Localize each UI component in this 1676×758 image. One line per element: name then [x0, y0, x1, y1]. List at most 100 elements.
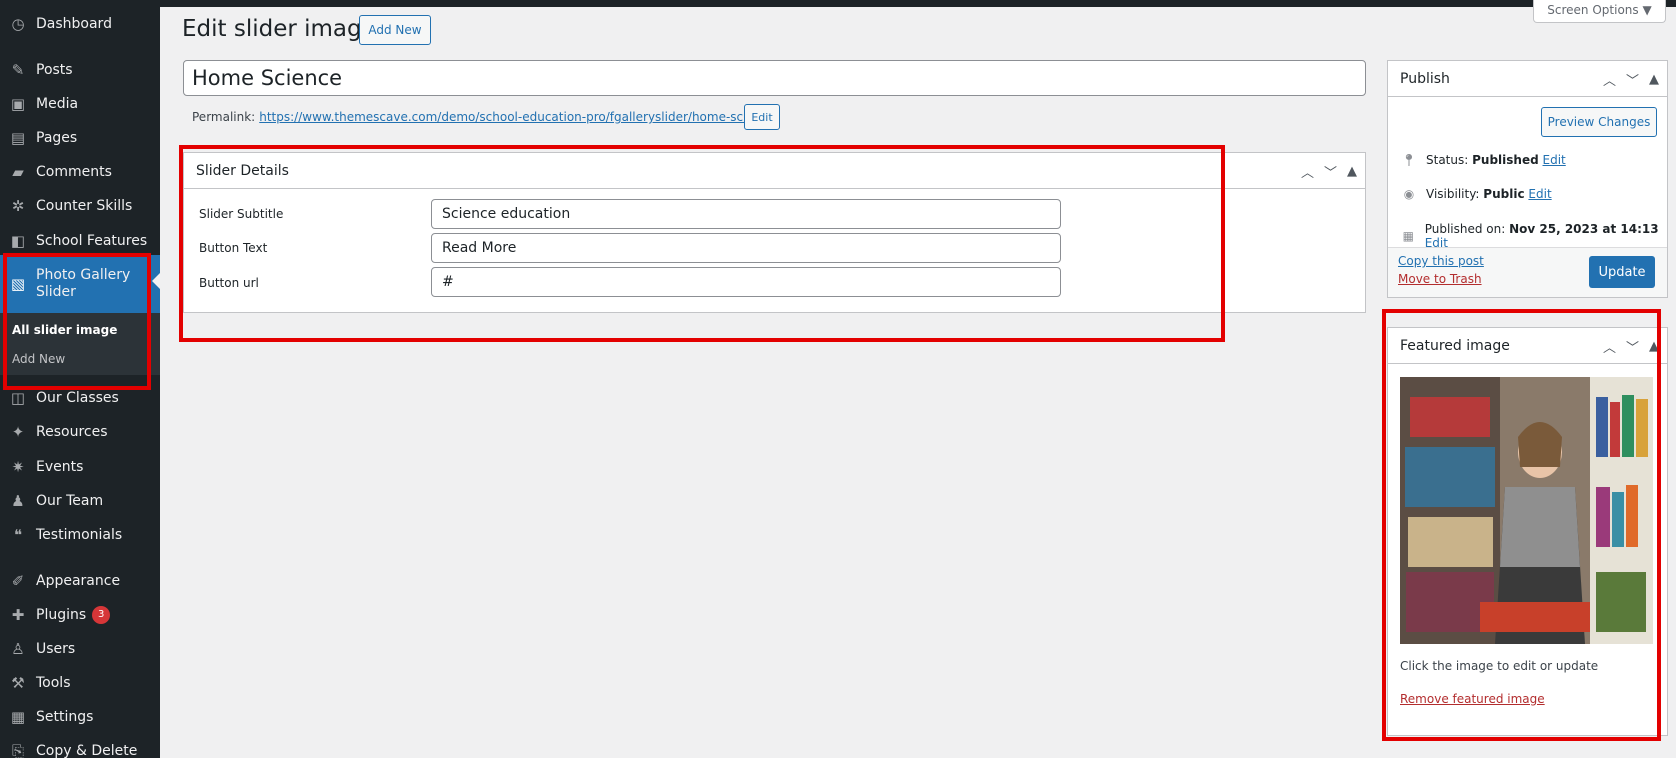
- button-text-input[interactable]: Read More: [431, 233, 1061, 263]
- sidebar-item-appearance[interactable]: ✐ Appearance: [0, 565, 160, 597]
- visibility-edit-link[interactable]: Edit: [1528, 187, 1551, 201]
- featured-image-picture: [1400, 377, 1653, 644]
- slider-details-header: Slider Details ︿ ﹀ ▲: [184, 153, 1365, 189]
- users-icon: ♙: [11, 640, 25, 658]
- sidebar-item-tools[interactable]: ⚒ Tools: [0, 667, 160, 699]
- add-new-button[interactable]: Add New: [359, 15, 431, 45]
- featured-image-thumbnail[interactable]: [1400, 377, 1653, 644]
- move-down-icon[interactable]: ﹀: [1626, 70, 1639, 89]
- team-icon: ♟: [11, 492, 25, 510]
- skills-icon: ✲: [11, 197, 25, 215]
- button-text-label: Button Text: [199, 241, 268, 255]
- move-down-icon[interactable]: ﹀: [1626, 337, 1639, 356]
- publish-actions: Copy this post Move to Trash Update: [1388, 247, 1667, 297]
- post-title-input[interactable]: Home Science: [183, 60, 1366, 96]
- published-row: ▦ Published on: Nov 25, 2023 at 14:13 Ed…: [1400, 222, 1667, 250]
- sidebar-item-settings[interactable]: ▦ Settings: [0, 701, 160, 733]
- slider-subtitle-input[interactable]: Science education: [431, 199, 1061, 229]
- sidebar-item-our-classes[interactable]: ◫ Our Classes: [0, 382, 160, 414]
- sidebar-item-our-team[interactable]: ♟ Our Team: [0, 485, 160, 517]
- status-label: Status:: [1426, 153, 1469, 167]
- media-icon: ▣: [10, 95, 26, 113]
- screen-options-button[interactable]: Screen Options ▼: [1533, 0, 1666, 23]
- sidebar-submenu: All slider image Add New: [0, 313, 160, 375]
- sidebar-item-school-features[interactable]: ◧ School Features: [0, 225, 160, 257]
- copy-icon: ⎘: [11, 742, 24, 758]
- move-up-icon[interactable]: ︿: [1301, 162, 1314, 181]
- published-value: Nov 25, 2023 at 14:13: [1509, 222, 1659, 236]
- sidebar-item-comments[interactable]: ▰ Comments: [0, 156, 160, 188]
- toggle-panel-icon[interactable]: ▲: [1649, 339, 1659, 354]
- permalink-link[interactable]: https://www.themescave.com/demo/school-e…: [259, 110, 779, 124]
- sidebar-item-resources[interactable]: ✦ Resources: [0, 416, 160, 448]
- submenu-all-slider-image[interactable]: All slider image: [12, 323, 117, 337]
- sidebar-item-counter-skills[interactable]: ✲ Counter Skills: [0, 190, 160, 222]
- eye-icon: ◉: [1403, 187, 1415, 201]
- sidebar-item-users[interactable]: ♙ Users: [0, 633, 160, 665]
- featured-image-heading: Featured image: [1400, 337, 1510, 354]
- published-label: Published on:: [1424, 222, 1506, 236]
- sidebar-item-copy-delete[interactable]: ⎘ Copy & Delete: [0, 735, 160, 758]
- publish-box: Publish ︿ ﹀ ▲ Preview Changes 📍︎ Status:…: [1387, 60, 1668, 298]
- permalink-edit-button[interactable]: Edit: [744, 104, 780, 130]
- resources-icon: ✦: [11, 423, 25, 441]
- visibility-label: Visibility:: [1426, 187, 1480, 201]
- plugins-update-badge: 3: [92, 606, 111, 624]
- publish-header: Publish ︿ ﹀ ▲: [1388, 61, 1667, 97]
- featured-image-box: Featured image ︿ ﹀ ▲ Click the image to …: [1387, 327, 1668, 736]
- move-down-icon[interactable]: ﹀: [1324, 162, 1337, 181]
- slider-details-controls: ︿ ﹀ ▲: [1301, 153, 1357, 189]
- toggle-panel-icon[interactable]: ▲: [1649, 72, 1659, 87]
- dashboard-icon: ◷: [11, 15, 25, 33]
- featured-image-hint: Click the image to edit or update: [1400, 659, 1599, 673]
- move-to-trash-link[interactable]: Move to Trash: [1398, 272, 1482, 286]
- tools-icon: ⚒: [11, 674, 25, 692]
- featured-image-controls: ︿ ﹀ ▲: [1603, 328, 1659, 364]
- quote-icon: ❝: [13, 526, 23, 544]
- sidebar-item-events[interactable]: ✷ Events: [0, 451, 160, 483]
- sidebar-item-posts[interactable]: ✎ Posts: [0, 54, 160, 86]
- visibility-value: Public: [1483, 187, 1525, 201]
- slider-subtitle-label: Slider Subtitle: [199, 207, 284, 221]
- slider-details-box: Slider Details ︿ ﹀ ▲ Slider Subtitle Sci…: [183, 152, 1366, 313]
- comment-icon: ▰: [12, 163, 24, 181]
- move-up-icon[interactable]: ︿: [1603, 70, 1616, 89]
- permalink-row: Permalink: https://www.themescave.com/de…: [192, 110, 780, 124]
- status-edit-link[interactable]: Edit: [1543, 153, 1566, 167]
- button-url-input[interactable]: #: [431, 267, 1061, 297]
- publish-heading: Publish: [1400, 70, 1450, 87]
- pages-icon: ▤: [10, 129, 26, 147]
- page-title: Edit slider image: [182, 16, 376, 42]
- featured-image-header: Featured image ︿ ﹀ ▲: [1388, 328, 1667, 364]
- current-menu-arrow: [152, 273, 160, 289]
- toggle-panel-icon[interactable]: ▲: [1347, 164, 1357, 179]
- settings-icon: ▦: [10, 708, 26, 726]
- sidebar-item-pages[interactable]: ▤ Pages: [0, 122, 160, 154]
- copy-post-link[interactable]: Copy this post: [1398, 254, 1484, 268]
- slider-details-heading: Slider Details: [196, 162, 289, 179]
- classes-icon: ◫: [10, 389, 26, 407]
- sidebar-item-plugins[interactable]: ✚ Plugins 3: [0, 599, 160, 631]
- features-icon: ◧: [10, 232, 26, 250]
- admin-sidebar: ◷ Dashboard ✎ Posts ▣ Media ▤ Pages ▰ Comment…: [0, 0, 160, 758]
- publish-controls: ︿ ﹀ ▲: [1603, 61, 1659, 97]
- gallery-icon: ▧: [10, 275, 26, 293]
- status-value: Published: [1472, 153, 1539, 167]
- submenu-add-new[interactable]: Add New: [12, 352, 65, 366]
- sidebar-item-photo-gallery-slider[interactable]: ▧ Photo Gallery Slider: [0, 255, 160, 313]
- move-up-icon[interactable]: ︿: [1603, 337, 1616, 356]
- update-button[interactable]: Update: [1589, 256, 1655, 288]
- admin-bar: [0, 0, 1676, 7]
- sidebar-item-media[interactable]: ▣ Media: [0, 88, 160, 120]
- button-url-label: Button url: [199, 276, 259, 290]
- permalink-label: Permalink:: [192, 110, 256, 124]
- preview-changes-button[interactable]: Preview Changes: [1541, 107, 1657, 137]
- remove-featured-image-link[interactable]: Remove featured image: [1400, 692, 1545, 706]
- sidebar-item-dashboard[interactable]: ◷ Dashboard: [0, 8, 160, 40]
- pin-icon: ✎: [11, 61, 25, 79]
- visibility-row: ◉ Visibility: Public Edit: [1400, 187, 1552, 201]
- appearance-icon: ✐: [11, 572, 25, 590]
- status-row: 📍︎ Status: Published Edit: [1400, 153, 1566, 167]
- sidebar-item-testimonials[interactable]: ❝ Testimonials: [0, 519, 160, 551]
- calendar-icon: ▦: [1402, 229, 1415, 243]
